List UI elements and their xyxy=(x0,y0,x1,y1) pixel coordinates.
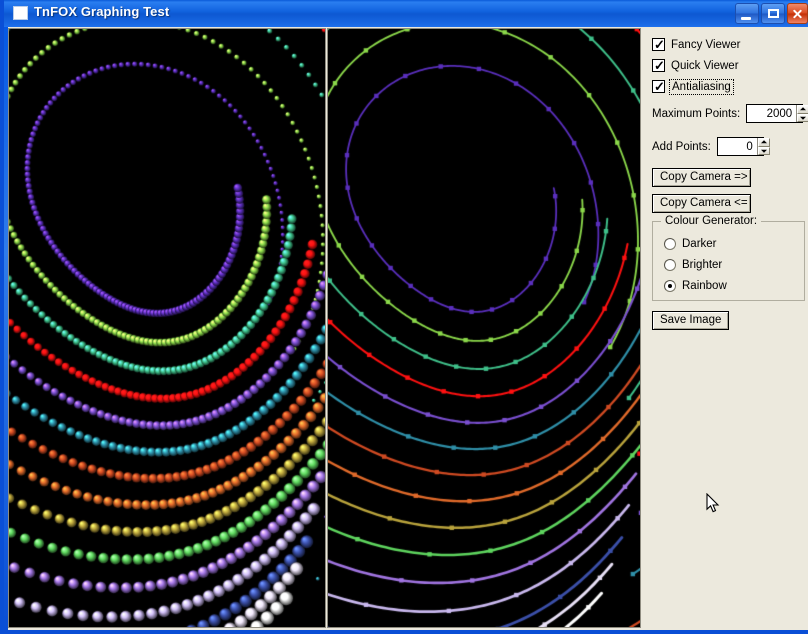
copy-camera-left-row: Copy Camera <= xyxy=(652,193,751,213)
client-area: ✓ Fancy Viewer ✓ Quick Viewer ✓ Antialia… xyxy=(8,27,808,630)
checkbox-box-fancy-viewer[interactable]: ✓ xyxy=(652,38,665,51)
colour-generator-title: Colour Generator: xyxy=(661,215,762,227)
copy-camera-right-row: Copy Camera => xyxy=(652,167,751,187)
add-points-label: Add Points: xyxy=(652,140,711,153)
minimize-button[interactable] xyxy=(735,3,759,24)
fancy-viewer-canvas[interactable] xyxy=(9,29,325,627)
checkbox-fancy-viewer[interactable]: ✓ Fancy Viewer xyxy=(652,37,740,52)
application-window: TnFOX Graphing Test ✓ Fancy Viewer ✓ Qui… xyxy=(0,0,808,634)
save-image-row: Save Image xyxy=(652,310,730,330)
spin-up-icon[interactable] xyxy=(797,105,808,114)
fancy-viewer-panel[interactable] xyxy=(8,28,326,628)
spin-up-icon[interactable] xyxy=(757,138,770,147)
maximum-points-input[interactable] xyxy=(747,105,797,122)
add-points-row: Add Points: xyxy=(652,137,770,156)
checkbox-label-antialiasing: Antialiasing xyxy=(669,78,734,95)
copy-camera-right-button[interactable]: Copy Camera => xyxy=(652,168,751,187)
add-points-spin-buttons[interactable] xyxy=(756,138,770,155)
spin-down-icon[interactable] xyxy=(757,146,770,155)
title-bar[interactable]: TnFOX Graphing Test xyxy=(4,0,808,27)
colour-generator-group: Colour Generator: Darker Brighter Rainbo… xyxy=(652,215,805,301)
add-points-input[interactable] xyxy=(717,138,757,155)
check-icon: ✓ xyxy=(654,79,665,94)
radio-brighter[interactable]: Brighter xyxy=(664,257,722,273)
quick-viewer-canvas[interactable] xyxy=(328,29,640,627)
application-icon xyxy=(13,6,28,20)
copy-camera-left-button[interactable]: Copy Camera <= xyxy=(652,194,751,213)
add-points-spinner[interactable] xyxy=(716,137,770,156)
radio-button-rainbow[interactable] xyxy=(664,280,676,292)
radio-selected-dot-icon xyxy=(668,284,672,288)
checkbox-label-quick-viewer: Quick Viewer xyxy=(671,59,739,72)
radio-darker[interactable]: Darker xyxy=(664,236,717,252)
maximize-icon xyxy=(768,9,779,18)
maximum-points-row: Maximum Points: xyxy=(652,104,808,123)
maximum-points-label: Maximum Points: xyxy=(652,107,741,120)
check-icon: ✓ xyxy=(654,58,665,73)
minimize-icon xyxy=(741,17,751,20)
checkbox-box-quick-viewer[interactable]: ✓ xyxy=(652,59,665,72)
quick-viewer-panel[interactable] xyxy=(327,28,641,628)
radio-label-brighter: Brighter xyxy=(682,259,723,271)
checkbox-box-antialiasing[interactable]: ✓ xyxy=(652,80,665,93)
radio-rainbow[interactable]: Rainbow xyxy=(664,278,727,294)
window-title: TnFOX Graphing Test xyxy=(34,4,170,19)
maximize-button[interactable] xyxy=(761,3,785,24)
radio-label-rainbow: Rainbow xyxy=(682,280,727,292)
maximum-points-spinner[interactable] xyxy=(746,104,808,123)
radio-button-brighter[interactable] xyxy=(664,259,676,271)
save-image-button[interactable]: Save Image xyxy=(652,311,730,330)
radio-label-darker: Darker xyxy=(682,238,717,250)
check-icon: ✓ xyxy=(654,37,665,52)
controls-column: ✓ Fancy Viewer ✓ Quick Viewer ✓ Antialia… xyxy=(645,27,808,630)
checkbox-antialiasing[interactable]: ✓ Antialiasing xyxy=(652,78,734,95)
close-button[interactable] xyxy=(787,3,808,24)
maximum-points-spin-buttons[interactable] xyxy=(796,105,808,122)
spin-down-icon[interactable] xyxy=(797,113,808,122)
checkbox-label-fancy-viewer: Fancy Viewer xyxy=(671,38,741,51)
checkbox-quick-viewer[interactable]: ✓ Quick Viewer xyxy=(652,58,739,73)
radio-button-darker[interactable] xyxy=(664,238,676,250)
